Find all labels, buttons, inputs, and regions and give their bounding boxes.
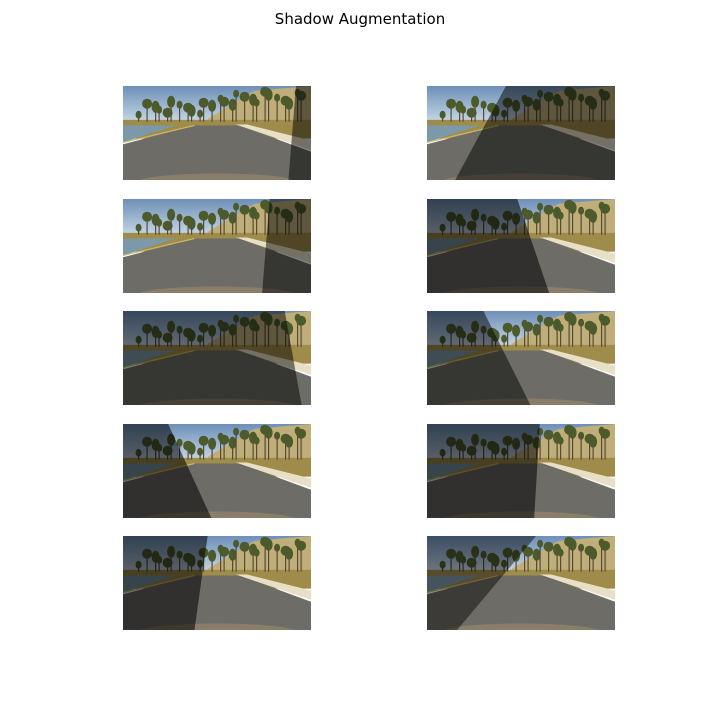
road-scene <box>123 311 311 405</box>
figure-title: Shadow Augmentation <box>274 10 446 28</box>
augmented-image-9 <box>123 536 311 630</box>
road-scene <box>427 536 615 630</box>
augmented-image-2 <box>427 86 615 180</box>
shadow-overlay <box>427 423 540 518</box>
shadow-overlay <box>123 536 208 630</box>
road-scene <box>123 86 311 180</box>
road-scene <box>123 198 311 293</box>
road-scene <box>427 86 615 180</box>
augmented-image-1 <box>123 86 311 180</box>
augmented-image-3 <box>123 198 311 293</box>
road-scene <box>123 536 311 630</box>
augmented-image-5 <box>123 311 311 405</box>
augmented-image-7 <box>123 423 311 518</box>
road-scene <box>123 423 311 518</box>
road-scene <box>427 198 615 293</box>
augmented-image-6 <box>427 311 615 405</box>
augmented-image-4 <box>427 198 615 293</box>
shadow-overlay <box>262 198 311 293</box>
road-scene <box>427 423 615 518</box>
augmented-image-10 <box>427 536 615 630</box>
augmented-image-8 <box>427 423 615 518</box>
road-scene <box>427 311 615 405</box>
image-grid <box>123 86 615 630</box>
shadow-overlay <box>123 311 302 405</box>
